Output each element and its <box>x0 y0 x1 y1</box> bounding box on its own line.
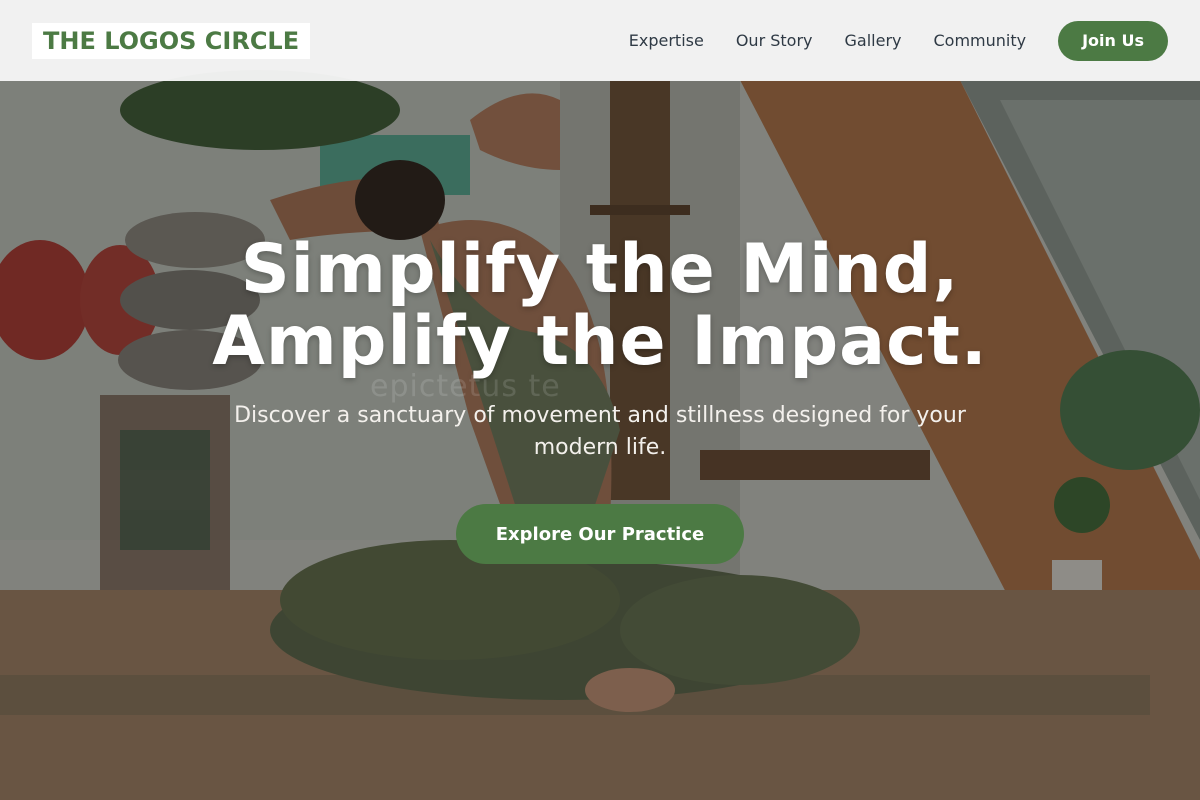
nav-link-our-story[interactable]: Our Story <box>736 31 813 50</box>
hero-watermark-text: epictetus te <box>370 369 561 404</box>
page: THE LOGOS CIRCLE Expertise Our Story Gal… <box>0 0 1200 800</box>
hero-section: epictetus te Simplify the Mind, Amplify … <box>0 81 1200 800</box>
brand-logo[interactable]: THE LOGOS CIRCLE <box>32 22 311 59</box>
hero-title-line-1: Simplify the Mind, <box>240 230 960 309</box>
join-us-button[interactable]: Join Us <box>1058 20 1168 61</box>
nav-link-expertise[interactable]: Expertise <box>629 31 704 50</box>
nav-link-gallery[interactable]: Gallery <box>845 31 902 50</box>
hero-title-line-2: Amplify the Impact. <box>212 302 988 381</box>
nav-link-community[interactable]: Community <box>933 31 1026 50</box>
nav-links: Expertise Our Story Gallery Community Jo… <box>629 20 1168 61</box>
explore-practice-button[interactable]: Explore Our Practice <box>455 504 745 564</box>
top-navbar: THE LOGOS CIRCLE Expertise Our Story Gal… <box>0 0 1200 81</box>
hero-title: Simplify the Mind, Amplify the Impact. <box>212 234 987 378</box>
hero-subtitle: Discover a sanctuary of movement and sti… <box>234 403 966 460</box>
